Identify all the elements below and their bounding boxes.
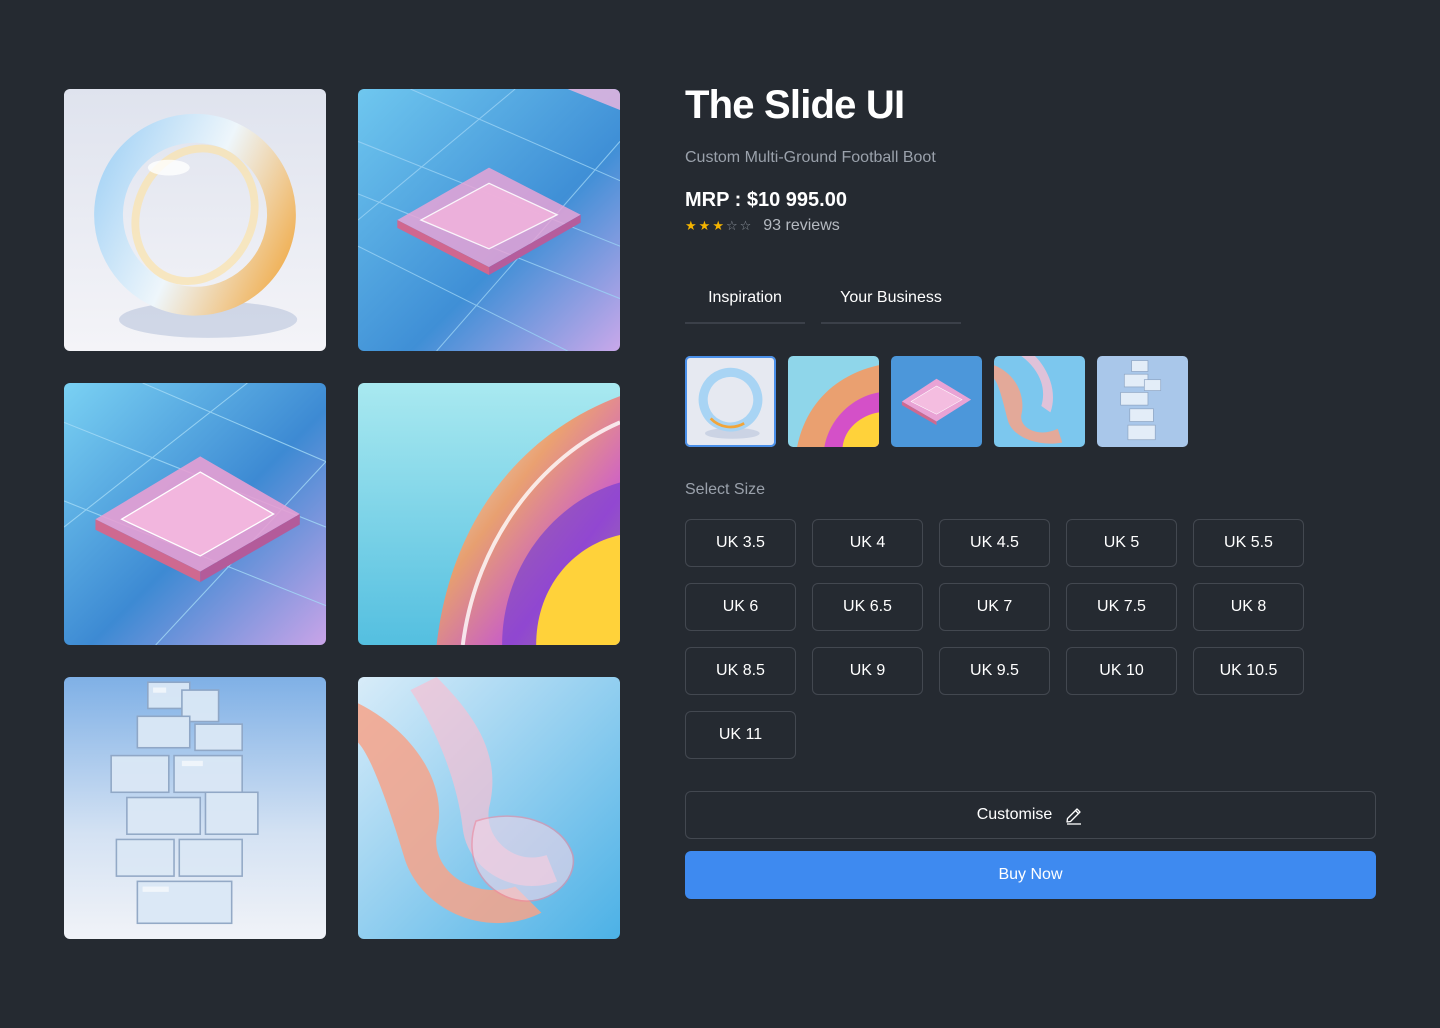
product-price: MRP : $10 995.00 [685, 189, 847, 211]
star-empty-icon: ☆ [725, 218, 738, 233]
product-details: The Slide UI Custom Multi-Ground Footbal… [685, 80, 1376, 899]
size-option[interactable]: UK 8 [1193, 583, 1304, 631]
size-option[interactable]: UK 4.5 [939, 519, 1050, 567]
size-option[interactable]: UK 3.5 [685, 519, 796, 567]
size-options: UK 3.5 UK 4 UK 4.5 UK 5 UK 5.5 UK 6 UK 6.5 UK 7… [685, 519, 1305, 759]
product-title: The Slide UI [685, 83, 905, 127]
gallery-image-glass-cubes[interactable] [64, 677, 326, 939]
rating-stars: ★ ★ ★ ☆ ☆ [685, 219, 751, 233]
thumbnail-translucent-ribbon[interactable] [994, 356, 1085, 447]
gallery-image-circuit-chip-2[interactable] [64, 383, 326, 645]
thumbnail-glass-cubes[interactable] [1097, 356, 1188, 447]
size-option[interactable]: UK 9 [812, 647, 923, 695]
gallery-image-iridescent-wave[interactable] [358, 383, 620, 645]
tab-your-business[interactable]: Your Business [821, 274, 961, 324]
thumbnail-strip [685, 356, 1188, 447]
customise-button[interactable]: Customise [685, 791, 1376, 839]
product-gallery [64, 89, 620, 939]
star-filled-icon: ★ [712, 218, 724, 233]
select-size-label: Select Size [685, 481, 766, 498]
star-empty-icon: ☆ [739, 218, 752, 233]
tab-inspiration[interactable]: Inspiration [685, 274, 805, 324]
size-option[interactable]: UK 10.5 [1193, 647, 1304, 695]
size-option[interactable]: UK 6.5 [812, 583, 923, 631]
pencil-icon [1066, 808, 1082, 825]
customise-label: Customise [976, 806, 1053, 823]
star-filled-icon: ★ [685, 218, 697, 233]
tabs: Inspiration Your Business [685, 274, 961, 324]
size-option[interactable]: UK 5.5 [1193, 519, 1304, 567]
size-option[interactable]: UK 7 [939, 583, 1050, 631]
star-filled-icon: ★ [698, 218, 711, 233]
size-option[interactable]: UK 6 [685, 583, 796, 631]
reviews-count[interactable]: 93 reviews [763, 217, 839, 235]
product-rating: ★ ★ ★ ☆ ☆ 93 reviews [685, 216, 1376, 236]
gallery-image-translucent-ribbon[interactable] [358, 677, 620, 939]
size-option[interactable]: UK 11 [685, 711, 796, 759]
thumbnail-glass-ring[interactable] [685, 356, 776, 447]
thumbnail-iridescent-wave[interactable] [788, 356, 879, 447]
thumbnail-circuit-chip[interactable] [891, 356, 982, 447]
gallery-image-circuit-chip[interactable] [358, 89, 620, 351]
size-option[interactable]: UK 9.5 [939, 647, 1050, 695]
product-subtitle: Custom Multi-Ground Football Boot [685, 149, 936, 166]
size-option[interactable]: UK 10 [1066, 647, 1177, 695]
size-option[interactable]: UK 7.5 [1066, 583, 1177, 631]
size-option[interactable]: UK 5 [1066, 519, 1177, 567]
buy-now-button[interactable]: Buy Now [685, 851, 1376, 899]
gallery-image-glass-ring[interactable] [64, 89, 326, 351]
size-option[interactable]: UK 4 [812, 519, 923, 567]
size-option[interactable]: UK 8.5 [685, 647, 796, 695]
